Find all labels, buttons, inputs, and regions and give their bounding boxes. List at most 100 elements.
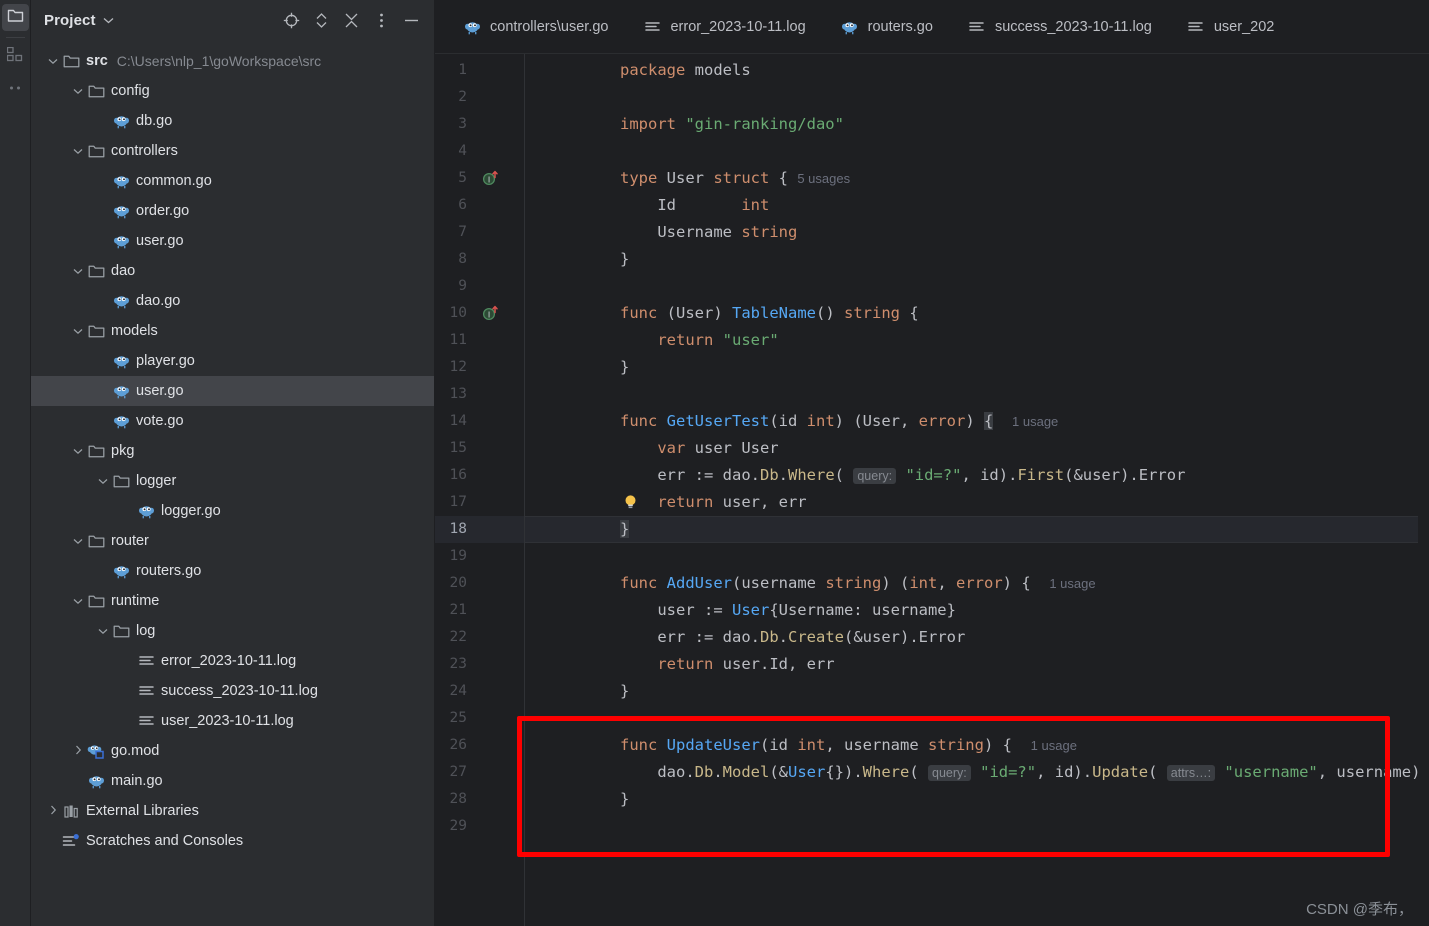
options-menu-icon[interactable] xyxy=(372,11,390,29)
tree-item-controllers[interactable]: controllers xyxy=(31,136,434,166)
chevron-down-icon[interactable] xyxy=(73,443,83,459)
gutter-marker[interactable]: I xyxy=(481,300,499,327)
code-line[interactable]: return user.Id, err xyxy=(525,651,1429,678)
code-line[interactable]: } xyxy=(525,678,1429,705)
tree-toggle[interactable] xyxy=(70,743,86,759)
editor-gutter[interactable]: 1 2 3 4 5 I 6 7 8 9 10 I 11 12 13 14 15 16 17 18 19 20 21 22 23 2… xyxy=(435,54,525,926)
chevron-down-icon[interactable] xyxy=(103,17,114,24)
chevron-down-icon[interactable] xyxy=(73,593,83,609)
tree-item-models[interactable]: models xyxy=(31,316,434,346)
code-line[interactable]: func UpdateUser(id int, username string)… xyxy=(525,732,1429,759)
code-line[interactable]: } xyxy=(525,246,1429,273)
tree-item-db-go[interactable]: db.go xyxy=(31,106,434,136)
tree-item-router[interactable]: router xyxy=(31,526,434,556)
code-line[interactable]: Username string xyxy=(525,219,1429,246)
editor-vertical-scrollbar[interactable] xyxy=(1418,54,1429,926)
tree-item-player-go[interactable]: player.go xyxy=(31,346,434,376)
chevron-down-icon[interactable] xyxy=(48,53,58,69)
tree-item-src[interactable]: src C:\Users\nlp_1\goWorkspace\src xyxy=(31,46,434,76)
tree-toggle[interactable] xyxy=(70,83,86,99)
chevron-down-icon[interactable] xyxy=(73,263,83,279)
project-tree[interactable]: src C:\Users\nlp_1\goWorkspace\src config d… xyxy=(31,40,434,926)
code-line[interactable] xyxy=(525,381,1429,408)
code-line[interactable] xyxy=(525,543,1429,570)
code-line[interactable] xyxy=(525,84,1429,111)
code-line[interactable]: } xyxy=(525,354,1429,381)
editor-tab-0[interactable]: controllers\user.go xyxy=(445,0,625,53)
tree-toggle[interactable] xyxy=(95,623,111,639)
tree-item-vote-go[interactable]: vote.go xyxy=(31,406,434,436)
editor-tab-1[interactable]: error_2023-10-11.log xyxy=(625,0,822,53)
tree-item-dao[interactable]: dao xyxy=(31,256,434,286)
tree-toggle[interactable] xyxy=(70,263,86,279)
chevron-down-icon[interactable] xyxy=(98,473,108,489)
editor-code-column[interactable]: package models import "gin-ranking/dao" ty… xyxy=(525,54,1429,926)
intention-bulb-button[interactable] xyxy=(620,489,640,516)
tree-item-external-libraries[interactable]: External Libraries xyxy=(31,796,434,826)
tree-toggle[interactable] xyxy=(70,143,86,159)
code-line[interactable]: return user, err xyxy=(525,489,1429,516)
tree-item-main-go[interactable]: main.go xyxy=(31,766,434,796)
rail-item-more[interactable] xyxy=(2,73,29,100)
code-line[interactable] xyxy=(525,138,1429,165)
tree-item-logger[interactable]: logger xyxy=(31,466,434,496)
collapse-all-icon[interactable] xyxy=(342,11,360,29)
expand-collapse-icon[interactable] xyxy=(312,11,330,29)
code-line[interactable]: type User struct { 5 usages xyxy=(525,165,1429,192)
chevron-down-icon[interactable] xyxy=(98,623,108,639)
editor-tab-2[interactable]: routers.go xyxy=(823,0,950,53)
code-line[interactable]: var user User xyxy=(525,435,1429,462)
editor-tab-4[interactable]: user_202 xyxy=(1169,0,1291,53)
tree-item-runtime[interactable]: runtime xyxy=(31,586,434,616)
tree-toggle[interactable] xyxy=(45,803,61,819)
gutter-marker[interactable]: I xyxy=(481,165,499,192)
code-line[interactable]: package models xyxy=(525,57,1429,84)
rail-item-structure[interactable] xyxy=(2,44,29,71)
code-line[interactable]: func GetUserTest(id int) (User, error) {… xyxy=(525,408,1429,435)
chevron-down-icon[interactable] xyxy=(73,533,83,549)
tree-item-common-go[interactable]: common.go xyxy=(31,166,434,196)
rail-item-project[interactable] xyxy=(1,4,29,31)
code-line[interactable] xyxy=(525,705,1429,732)
tree-item-error_2023-10-11-log[interactable]: error_2023-10-11.log xyxy=(31,646,434,676)
editor-tab-3[interactable]: success_2023-10-11.log xyxy=(950,0,1169,53)
code-line[interactable]: err := dao.Db.Create(&user).Error xyxy=(525,624,1429,651)
chevron-down-icon[interactable] xyxy=(73,143,83,159)
chevron-right-icon[interactable] xyxy=(75,743,82,759)
code-line[interactable]: import "gin-ranking/dao" xyxy=(525,111,1429,138)
tree-item-order-go[interactable]: order.go xyxy=(31,196,434,226)
hide-panel-icon[interactable] xyxy=(402,11,420,29)
chevron-right-icon[interactable] xyxy=(50,803,57,819)
tree-item-user-go[interactable]: user.go xyxy=(31,376,434,406)
tree-toggle[interactable] xyxy=(95,473,111,489)
code-line[interactable]: func (User) TableName() string { xyxy=(525,300,1429,327)
tree-item-user_2023-10-11-log[interactable]: user_2023-10-11.log xyxy=(31,706,434,736)
tree-item-success_2023-10-11-log[interactable]: success_2023-10-11.log xyxy=(31,676,434,706)
code-line[interactable] xyxy=(525,813,1429,840)
tree-item-scratches-and-consoles[interactable]: Scratches and Consoles xyxy=(31,826,434,856)
tree-item-logger-go[interactable]: logger.go xyxy=(31,496,434,526)
code-line[interactable]: err := dao.Db.Where( query: "id=?", id).… xyxy=(525,462,1429,489)
code-editor[interactable]: 1 2 3 4 5 I 6 7 8 9 10 I 11 12 13 14 15 16 17 18 19 20 21 22 23 2… xyxy=(435,54,1429,926)
tree-item-dao-go[interactable]: dao.go xyxy=(31,286,434,316)
code-line[interactable]: func AddUser(username string) (int, erro… xyxy=(525,570,1429,597)
tree-item-log[interactable]: log xyxy=(31,616,434,646)
code-line[interactable]: return "user" xyxy=(525,327,1429,354)
code-line[interactable]: user := User{Username: username} xyxy=(525,597,1429,624)
code-line[interactable] xyxy=(525,273,1429,300)
tree-item-go-mod[interactable]: go.mod xyxy=(31,736,434,766)
code-line[interactable]: dao.Db.Model(&User{}).Where( query: "id=… xyxy=(525,759,1429,786)
chevron-down-icon[interactable] xyxy=(73,83,83,99)
code-line[interactable]: } xyxy=(525,516,1429,543)
tree-toggle[interactable] xyxy=(70,533,86,549)
tree-toggle[interactable] xyxy=(70,443,86,459)
tree-item-user-go[interactable]: user.go xyxy=(31,226,434,256)
tree-toggle[interactable] xyxy=(70,323,86,339)
tree-toggle[interactable] xyxy=(70,593,86,609)
editor-tab-bar[interactable]: controllers\user.go error_2023-10-11.log r… xyxy=(435,0,1429,54)
chevron-down-icon[interactable] xyxy=(73,323,83,339)
select-opened-file-icon[interactable] xyxy=(282,11,300,29)
tree-item-config[interactable]: config xyxy=(31,76,434,106)
tree-toggle[interactable] xyxy=(45,53,61,69)
code-line[interactable]: Id int xyxy=(525,192,1429,219)
